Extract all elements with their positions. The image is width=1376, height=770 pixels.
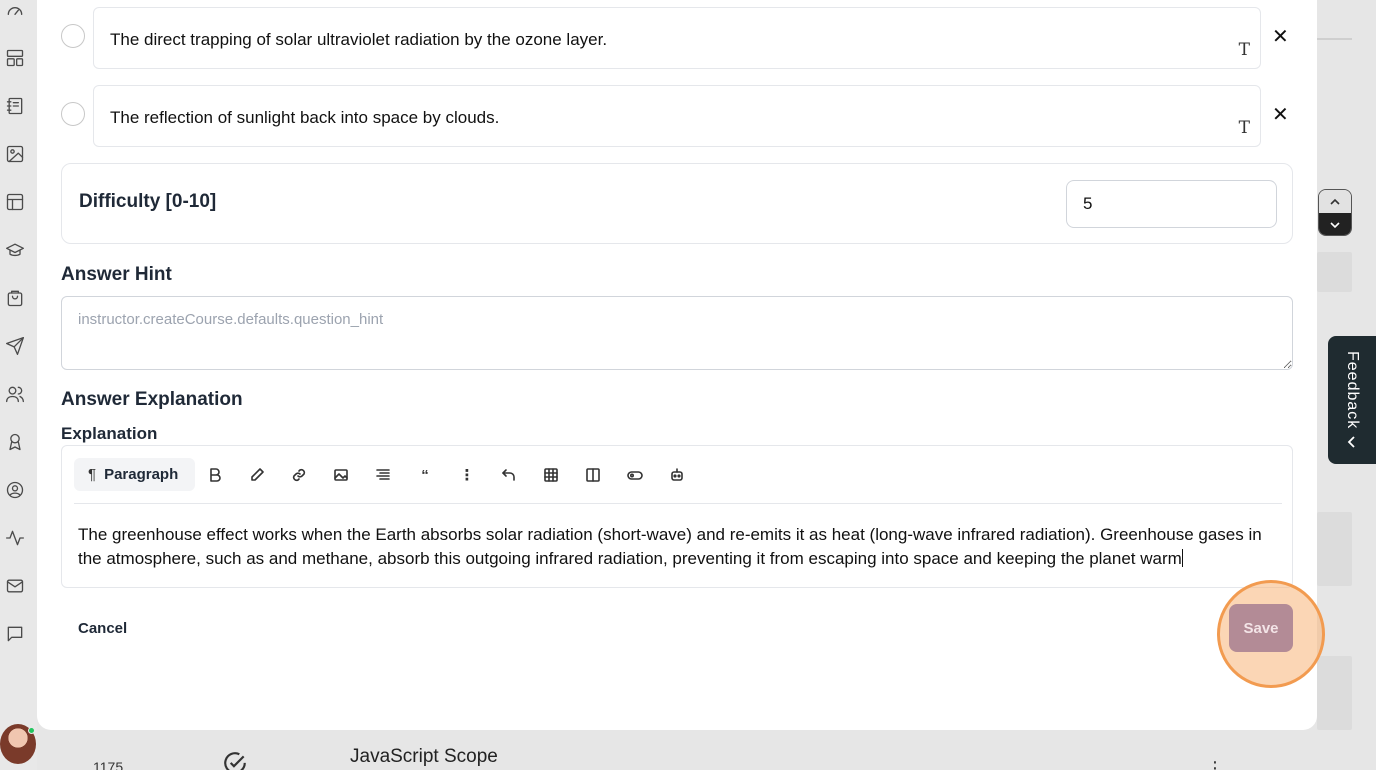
feedback-label: Feedback [1344,350,1361,430]
answer-option: The direct trapping of solar ultraviolet… [61,7,1301,69]
shopping-bag-icon[interactable] [4,287,26,309]
layout-icon[interactable] [4,47,26,69]
feedback-tab[interactable]: Feedback [1328,336,1376,464]
option-text-box[interactable]: The reflection of sunlight back into spa… [93,85,1261,147]
answer-explanation-title: Answer Explanation [61,389,243,410]
template-icon[interactable] [4,191,26,213]
columns-icon[interactable] [582,464,604,486]
bold-icon[interactable] [204,464,226,486]
text-caret [1181,549,1183,567]
difficulty-card: Difficulty [0-10] [61,163,1293,244]
send-icon[interactable] [4,335,26,357]
remove-option-icon[interactable]: ✕ [1272,102,1289,127]
pilcrow-icon: ¶ [88,466,97,483]
background-stepper[interactable] [1318,189,1352,236]
align-icon[interactable] [372,464,394,486]
background-card [1317,656,1352,730]
quote-icon[interactable]: “ [414,464,436,486]
ai-robot-icon[interactable] [666,464,688,486]
image-insert-icon[interactable] [330,464,352,486]
remove-option-icon[interactable]: ✕ [1272,24,1289,49]
answer-option: The reflection of sunlight back into spa… [61,85,1301,147]
image-icon[interactable] [4,143,26,165]
answer-hint-textarea[interactable] [61,296,1293,370]
link-icon[interactable] [288,464,310,486]
dashboard-gauge-icon[interactable] [4,0,26,22]
chevron-down-icon[interactable] [1319,213,1351,235]
option-text: The reflection of sunlight back into spa… [110,108,500,127]
difficulty-input[interactable] [1066,180,1277,228]
more-vertical-icon[interactable]: ⋮ [456,464,478,486]
difficulty-label: Difficulty [0-10] [79,191,217,212]
chevron-up-icon[interactable] [1319,190,1351,213]
check-circle-icon [222,751,248,770]
option-text: The direct trapping of solar ultraviolet… [110,30,608,49]
chat-icon[interactable] [4,623,26,645]
explanation-text[interactable]: The greenhouse effect works when the Ear… [78,523,1278,571]
option-radio[interactable] [61,24,85,48]
answer-hint-title: Answer Hint [61,264,172,285]
user-circle-icon[interactable] [4,479,26,501]
option-text-box[interactable]: The direct trapping of solar ultraviolet… [93,7,1261,69]
table-icon[interactable] [540,464,562,486]
background-card [1317,252,1352,292]
chevron-left-icon [1347,436,1355,448]
activity-icon[interactable] [4,527,26,549]
undo-icon[interactable] [498,464,520,486]
award-icon[interactable] [4,431,26,453]
kebab-menu-icon[interactable]: ⋮ [1206,758,1224,770]
editor-toolbar: ¶ Paragraph “ ⋮ [74,458,1282,504]
explanation-label: Explanation [61,424,158,443]
graduation-cap-icon[interactable] [4,239,26,261]
explanation-editor: ¶ Paragraph “ ⋮ The greenhouse effect wo… [61,445,1293,588]
option-radio[interactable] [61,102,85,126]
users-icon[interactable] [4,383,26,405]
cancel-button[interactable]: Cancel [78,620,127,637]
save-button[interactable]: Save [1229,604,1293,652]
embed-tag-icon[interactable] [624,464,646,486]
paragraph-label: Paragraph [104,466,179,483]
paragraph-style-dropdown[interactable]: ¶ Paragraph [74,458,195,491]
text-format-icon[interactable]: T [1239,40,1250,60]
notebook-icon[interactable] [4,95,26,117]
background-card [1317,512,1352,586]
left-sidebar [0,0,37,770]
explanation-content: The greenhouse effect works when the Ear… [78,525,1262,568]
mail-icon[interactable] [4,575,26,597]
online-status-dot [28,727,35,734]
question-edit-modal: The direct trapping of solar ultraviolet… [37,0,1325,730]
pencil-icon[interactable] [246,464,268,486]
background-row-title[interactable]: JavaScript Scope [350,746,498,768]
background-row-id: 1175 [93,759,124,770]
text-format-icon[interactable]: T [1239,118,1250,138]
